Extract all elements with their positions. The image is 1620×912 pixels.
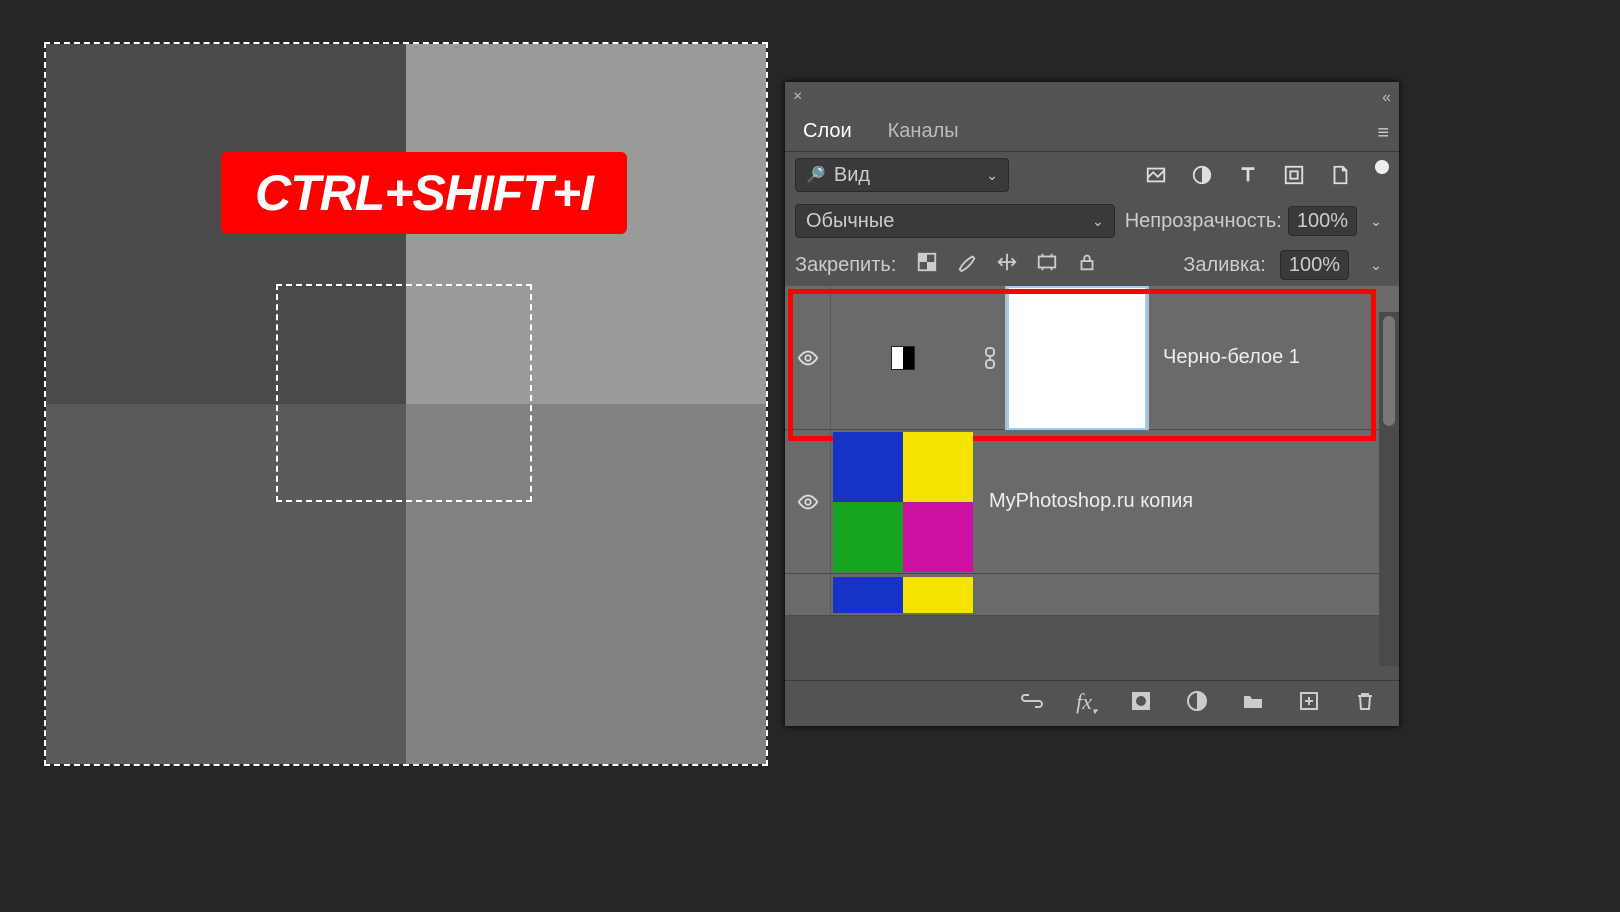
visibility-toggle[interactable] — [785, 574, 831, 615]
panel-tabs: Слои Каналы ≡ — [785, 112, 1399, 152]
filter-adjustment-icon[interactable] — [1191, 164, 1213, 186]
filter-select-label: Вид — [834, 164, 870, 187]
layer-row[interactable] — [785, 574, 1399, 616]
chevron-down-icon: ⌄ — [1092, 213, 1104, 230]
panel-menu-icon[interactable]: ≡ — [1377, 122, 1389, 145]
adjustment-bw-icon — [891, 346, 915, 370]
search-icon: 🔍 — [806, 165, 826, 185]
fill-value[interactable]: 100% — [1280, 250, 1349, 280]
document-canvas[interactable]: CTRL+SHIFT+I — [46, 44, 766, 764]
canvas-quadrant — [406, 404, 766, 764]
opacity-label: Непрозрачность: — [1125, 210, 1282, 233]
blend-mode-label: Обычные — [806, 210, 894, 233]
collapse-icon[interactable]: « — [1382, 89, 1391, 107]
fill-label: Заливка: — [1183, 254, 1266, 277]
canvas-quadrant — [46, 404, 406, 764]
filter-smartobject-icon[interactable] — [1329, 164, 1351, 186]
opacity-value[interactable]: 100% — [1288, 206, 1357, 236]
visibility-toggle[interactable] — [785, 286, 831, 429]
filter-text-icon[interactable] — [1237, 164, 1259, 186]
chevron-down-icon[interactable]: ⌄ — [1363, 257, 1389, 274]
lock-position-icon[interactable] — [996, 251, 1018, 279]
new-layer-icon[interactable] — [1297, 689, 1321, 718]
lock-artboard-icon[interactable] — [1036, 251, 1058, 279]
new-group-icon[interactable] — [1241, 689, 1265, 718]
link-layers-icon[interactable] — [1020, 689, 1044, 718]
layer-filter-select[interactable]: 🔍 Вид ⌄ — [795, 158, 1009, 192]
blend-mode-select[interactable]: Обычные ⌄ — [795, 204, 1115, 238]
filter-shape-icon[interactable] — [1283, 164, 1305, 186]
add-mask-icon[interactable] — [1129, 689, 1153, 718]
scrollbar[interactable] — [1379, 312, 1399, 666]
visibility-toggle[interactable] — [785, 430, 831, 573]
tab-layers[interactable]: Слои — [785, 112, 870, 151]
delete-layer-icon[interactable] — [1353, 689, 1377, 718]
layer-row[interactable]: Черно-белое 1 — [785, 286, 1399, 430]
close-icon[interactable]: × — [793, 89, 802, 105]
filter-pixel-icon[interactable] — [1145, 164, 1167, 186]
hotkey-label: CTRL+SHIFT+I — [255, 165, 593, 221]
filter-toggle[interactable] — [1375, 160, 1389, 174]
lock-all-icon[interactable] — [1076, 251, 1098, 279]
layer-thumbnail[interactable] — [831, 286, 975, 430]
layer-thumbnail[interactable] — [833, 577, 973, 613]
scrollbar-thumb[interactable] — [1383, 316, 1395, 426]
lock-paint-icon[interactable] — [956, 251, 978, 279]
eye-icon — [797, 347, 819, 369]
layer-name[interactable]: MyPhotoshop.ru копия — [975, 490, 1193, 513]
layers-panel: × « Слои Каналы ≡ 🔍 Вид ⌄ Обычные ⌄ Непр… — [785, 82, 1399, 726]
layers-list: Черно-белое 1 MyPhotoshop.ru копия — [785, 286, 1399, 642]
layer-row[interactable]: MyPhotoshop.ru копия — [785, 430, 1399, 574]
layer-mask-thumbnail[interactable] — [1005, 286, 1149, 430]
lock-transparency-icon[interactable] — [916, 251, 938, 279]
chevron-down-icon[interactable]: ⌄ — [1363, 206, 1389, 236]
chevron-down-icon: ⌄ — [986, 167, 998, 184]
layer-thumbnail[interactable] — [831, 430, 975, 574]
layer-fx-icon[interactable]: fx▾ — [1076, 689, 1097, 717]
panel-titlebar[interactable]: × « — [785, 82, 1399, 112]
layer-name[interactable]: Черно-белое 1 — [1149, 346, 1300, 369]
add-adjustment-icon[interactable] — [1185, 689, 1209, 718]
tab-channels[interactable]: Каналы — [870, 112, 977, 151]
eye-icon — [797, 491, 819, 513]
lock-label: Закрепить: — [795, 254, 896, 277]
hotkey-overlay: CTRL+SHIFT+I — [221, 152, 627, 234]
mask-link-icon[interactable] — [975, 346, 1005, 370]
layers-footer: fx▾ — [785, 680, 1399, 726]
